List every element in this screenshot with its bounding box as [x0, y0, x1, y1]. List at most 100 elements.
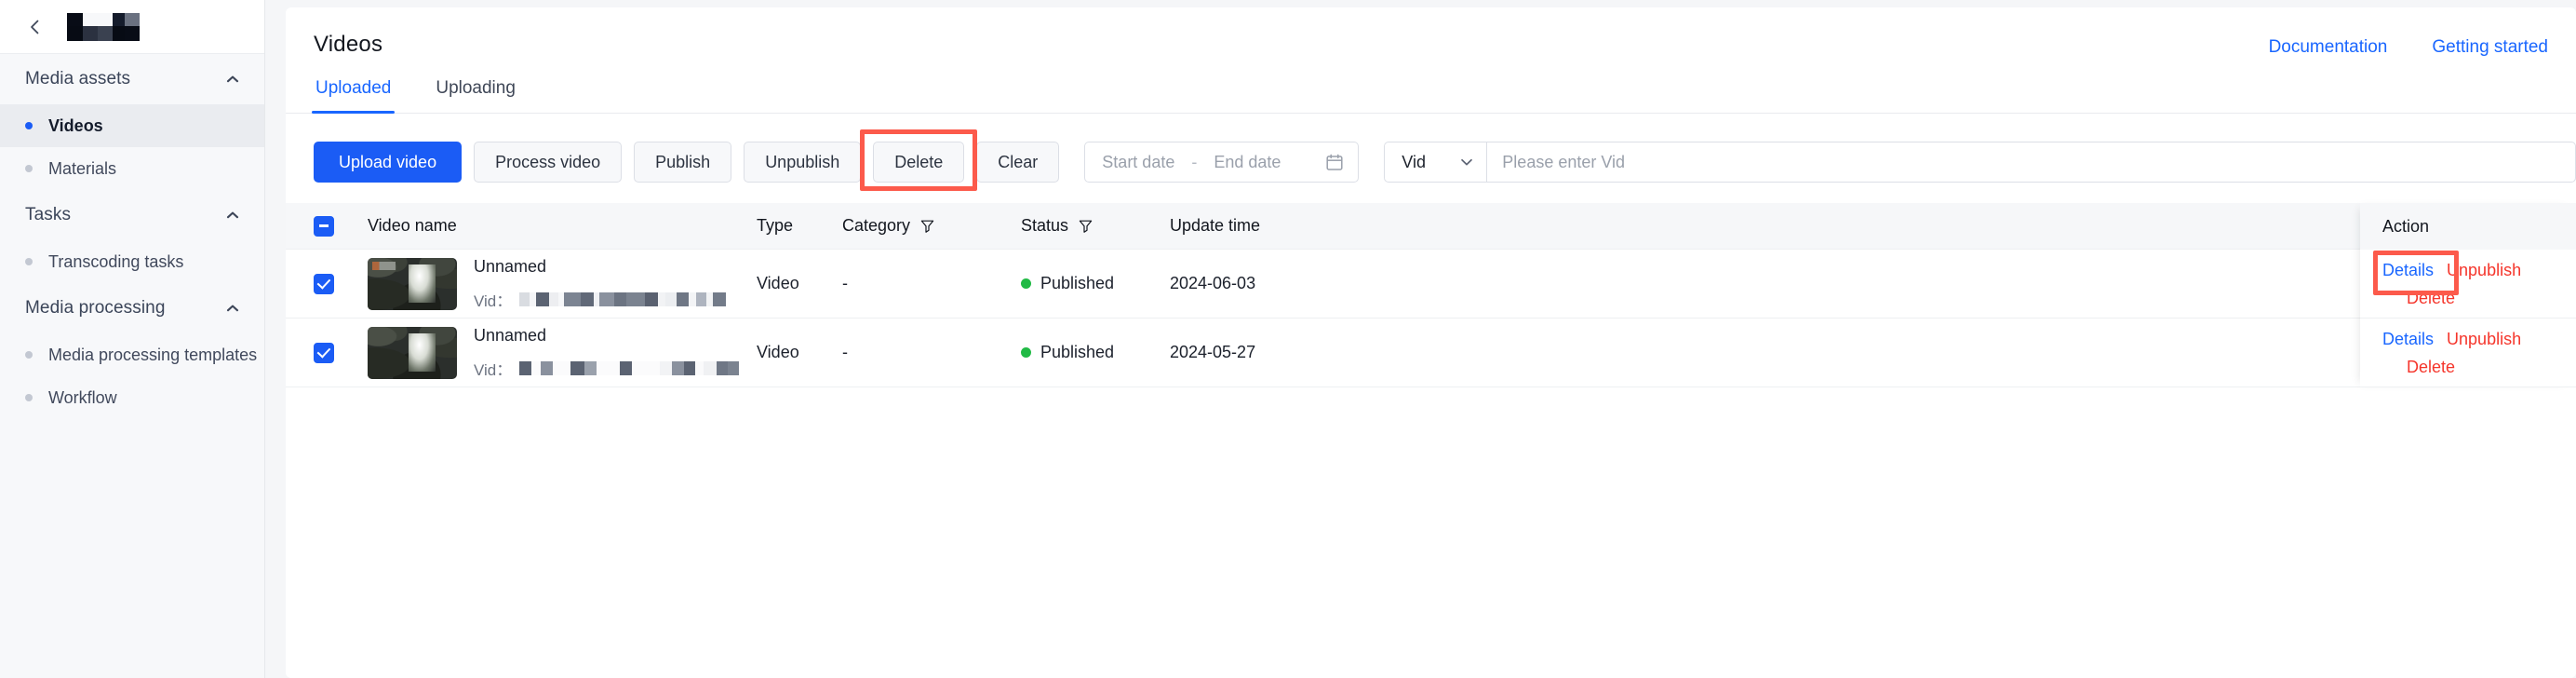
video-name-cell: Unnamed Vid： [368, 257, 757, 311]
vid-value-redacted [519, 292, 727, 306]
getting-started-link[interactable]: Getting started [2432, 37, 2548, 58]
sidebar-item-media-processing-templates[interactable]: Media processing templates [0, 333, 264, 376]
column-header-status-label: Status [1021, 216, 1069, 235]
column-header-update-time: Update time [1170, 216, 1261, 235]
details-link-wrapper: Details [2373, 251, 2459, 295]
sidebar-group-media-processing[interactable]: Media processing [0, 283, 264, 333]
column-header-category-label: Category [842, 216, 911, 235]
sidebar-group-tasks[interactable]: Tasks [0, 190, 264, 240]
sidebar-item-transcoding-tasks[interactable]: Transcoding tasks [0, 240, 264, 283]
chevron-up-icon[interactable] [221, 68, 244, 90]
page-title: Videos [314, 32, 383, 57]
start-date-placeholder: Start date [1102, 152, 1175, 171]
sidebar-item-label: Workflow [48, 387, 117, 407]
filter-icon[interactable] [1078, 218, 1093, 234]
search-group: Vid [1384, 142, 2576, 183]
sidebar-item-label: Videos [48, 115, 103, 135]
row-actions: Details Unpublish Delete [2360, 319, 2576, 387]
video-vid-line: Vid： [474, 357, 740, 380]
calendar-icon [1324, 152, 1345, 172]
video-status-cell: Published [1021, 343, 1170, 362]
card-header: Videos Documentation Getting started [286, 7, 2576, 58]
upload-video-button[interactable]: Upload video [314, 142, 463, 183]
column-header-category: Category [842, 216, 1021, 236]
video-update-time: 2024-05-27 [1170, 343, 1256, 361]
sidebar-item-videos[interactable]: Videos [0, 104, 264, 147]
details-link[interactable]: Details [2382, 261, 2434, 280]
search-input[interactable] [1486, 142, 2576, 183]
chevron-up-icon[interactable] [221, 297, 244, 319]
video-thumbnail [368, 326, 457, 379]
status-dot-icon [1021, 347, 1031, 358]
bullet-icon [25, 258, 33, 265]
chevron-left-icon[interactable] [26, 18, 45, 36]
unpublish-button[interactable]: Unpublish [744, 142, 862, 183]
date-range-separator: - [1191, 152, 1198, 171]
delete-link[interactable]: Delete [2407, 289, 2455, 308]
select-all-checkbox[interactable] [314, 215, 334, 237]
column-header-status: Status [1021, 216, 1170, 236]
clear-button[interactable]: Clear [976, 142, 1060, 183]
video-type: Video [757, 343, 799, 361]
header-links: Documentation Getting started [2269, 32, 2548, 58]
row-select-cell [314, 273, 368, 294]
video-status: Published [1040, 343, 1115, 361]
sidebar-header [0, 0, 264, 54]
sidebar-item-workflow[interactable]: Workflow [0, 376, 264, 419]
row-actions-line-1: Details Unpublish [2382, 330, 2576, 349]
video-update-time: 2024-06-03 [1170, 274, 1256, 292]
publish-button[interactable]: Publish [634, 142, 732, 183]
toolbar: Upload video Process video Publish Unpub… [286, 114, 2576, 191]
end-date-placeholder: End date [1214, 152, 1281, 171]
chevron-up-icon[interactable] [221, 204, 244, 226]
sidebar-group-media-assets[interactable]: Media assets [0, 54, 264, 104]
process-video-button[interactable]: Process video [474, 142, 623, 183]
bullet-icon [25, 122, 33, 129]
filter-icon[interactable] [919, 218, 935, 234]
video-name: Unnamed [474, 325, 547, 345]
redacted-logo-icon [67, 12, 140, 41]
table-row[interactable]: Unnamed Vid： [286, 319, 2576, 387]
sidebar-group-label: Media assets [25, 69, 131, 88]
date-range-picker[interactable]: Start date - End date [1084, 142, 1360, 183]
row-actions-line-2: Delete [2382, 289, 2576, 308]
documentation-link[interactable]: Documentation [2269, 37, 2388, 58]
status-dot-icon [1021, 278, 1031, 289]
column-header-video-name: Video name [368, 216, 457, 235]
column-header-type: Type [757, 216, 794, 235]
sidebar-group-label: Media processing [25, 298, 166, 318]
sidebar-item-materials[interactable]: Materials [0, 147, 264, 190]
bullet-icon [25, 394, 33, 401]
search-field-select[interactable]: Vid [1384, 142, 1487, 183]
table-header-row: Video name Type Category Status Update t… [286, 203, 2576, 250]
delete-button[interactable]: Delete [873, 142, 965, 183]
delete-link[interactable]: Delete [2407, 358, 2455, 377]
bullet-icon [25, 165, 33, 172]
bullet-icon [25, 351, 33, 359]
video-type: Video [757, 274, 799, 292]
delete-button-wrapper: Delete [860, 129, 978, 191]
main-content: Videos Documentation Getting started Upl… [265, 0, 2576, 678]
video-thumbnail [368, 257, 457, 310]
select-all-cell [314, 215, 368, 237]
action-column: Action Details Unpublish Delete Details … [2360, 203, 2576, 387]
video-vid-line: Vid： [474, 288, 727, 311]
sidebar-item-label: Media processing templates [48, 345, 258, 364]
row-checkbox[interactable] [314, 273, 334, 294]
videos-table: Video name Type Category Status Update t… [286, 203, 2576, 387]
details-link[interactable]: Details [2382, 330, 2434, 349]
videos-card: Videos Documentation Getting started Upl… [286, 7, 2576, 678]
tab-uploaded[interactable]: Uploaded [311, 78, 396, 114]
video-status-cell: Published [1021, 274, 1170, 293]
table-row[interactable]: Unnamed Vid： [286, 250, 2576, 319]
app-root: Media assets Videos Materials Tasks Tran… [0, 0, 2576, 678]
vid-value-redacted [519, 360, 740, 375]
vid-label: Vid： [474, 360, 513, 379]
sidebar-item-label: Materials [48, 158, 117, 178]
tab-uploading[interactable]: Uploading [434, 78, 517, 113]
row-actions-line-2: Delete [2382, 358, 2576, 377]
unpublish-link[interactable]: Unpublish [2447, 330, 2521, 349]
chevron-down-icon [1458, 154, 1475, 170]
row-checkbox[interactable] [314, 342, 334, 363]
unpublish-link[interactable]: Unpublish [2447, 261, 2521, 280]
